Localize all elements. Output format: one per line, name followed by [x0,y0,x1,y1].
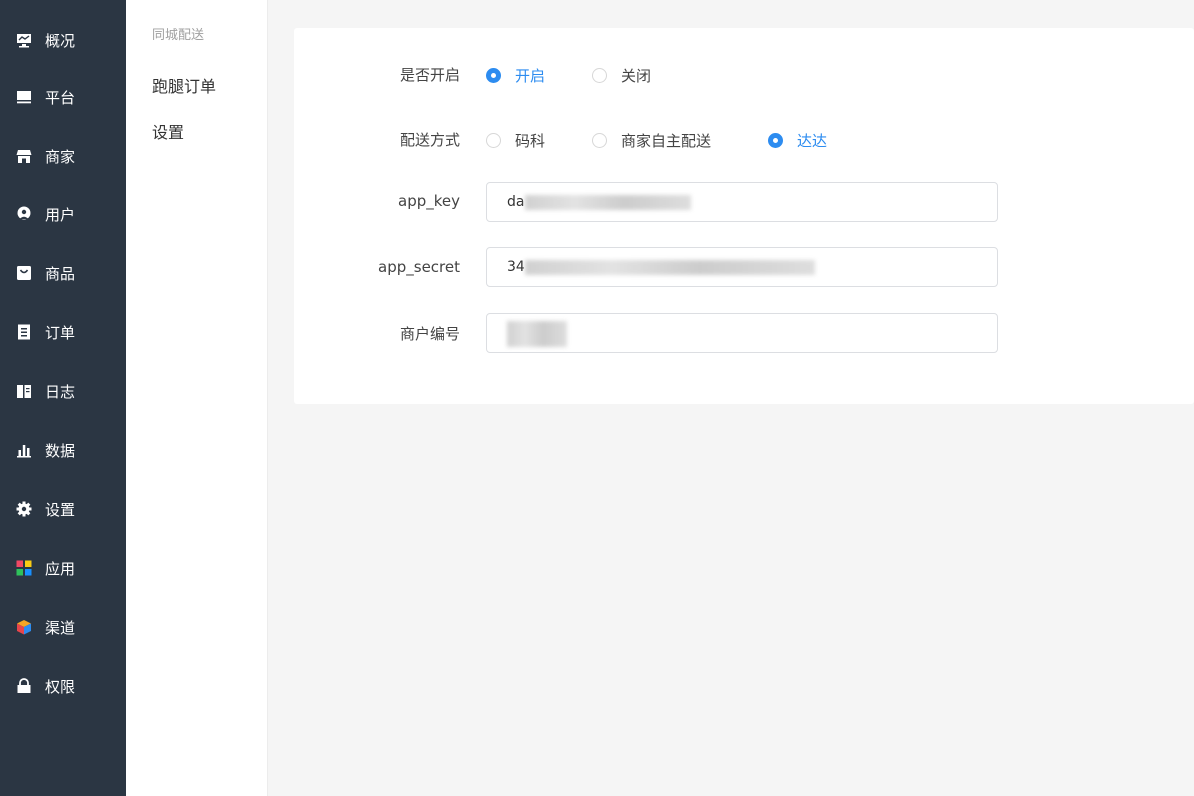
enable-off-radio[interactable]: 关闭 [592,65,651,86]
delivery-settings-card: 是否开启 开启 关闭 配送方式 码科 商家自主配送 达达 app_key da … [294,28,1194,404]
method-make-radio[interactable]: 码科 [486,130,545,151]
bar-chart-icon [16,442,32,458]
app-key-label: app_key [398,192,460,210]
radio-label: 码科 [515,132,546,150]
sidebar-item-platform[interactable]: 平台 [0,82,126,112]
subnav-item-errand-orders[interactable]: 跑腿订单 [152,73,216,97]
sidebar-item-label: 用户 [45,205,76,224]
app-key-value: da [507,194,525,210]
radio-circle [592,133,607,148]
app-key-input[interactable]: da [486,182,998,222]
shopping-bag-icon [16,265,32,281]
merchant-number-label: 商户编号 [399,325,460,343]
cube-icon [16,619,32,635]
lock-icon [16,678,32,694]
sidebar-item-apps[interactable]: 应用 [0,553,126,583]
delivery-method-label: 配送方式 [399,131,460,149]
screen-icon [16,89,32,105]
sidebar-item-label: 概况 [45,31,76,50]
radio-label: 达达 [797,132,828,150]
sidebar-item-orders[interactable]: 订单 [0,317,126,347]
redaction-blur [507,321,567,347]
sidebar-item-label: 订单 [45,323,76,342]
monitor-chart-icon [16,32,32,48]
sidebar-item-logs[interactable]: 日志 [0,376,126,406]
sidebar-item-data[interactable]: 数据 [0,435,126,465]
sidebar-item-channels[interactable]: 渠道 [0,612,126,642]
sidebar-item-label: 数据 [45,441,76,460]
method-self-delivery-radio[interactable]: 商家自主配送 [592,130,711,151]
order-list-icon [16,324,32,340]
user-icon [16,206,32,222]
radio-label: 开启 [515,67,546,85]
app-secret-label: app_secret [378,258,460,276]
sidebar-item-label: 权限 [45,677,76,696]
radio-label: 关闭 [621,67,652,85]
radio-circle [768,133,783,148]
book-icon [16,383,32,399]
sidebar-item-label: 商品 [45,264,76,283]
sidebar-item-settings[interactable]: 设置 [0,494,126,524]
sidebar-item-users[interactable]: 用户 [0,199,126,229]
subnav-section-title: 同城配送 [152,28,205,43]
apps-grid-icon [16,560,32,576]
enable-on-radio[interactable]: 开启 [486,65,545,86]
sidebar-item-label: 商家 [45,147,76,166]
redaction-blur [525,260,815,275]
sidebar-item-merchant[interactable]: 商家 [0,141,126,171]
radio-circle [486,133,501,148]
sidebar-item-label: 设置 [45,500,76,519]
sidebar-item-permissions[interactable]: 权限 [0,671,126,701]
sidebar-item-label: 日志 [45,382,76,401]
gear-icon [16,501,32,517]
method-dada-radio[interactable]: 达达 [768,130,827,151]
main-sidebar: 概况 平台 商家 用户 商品 订单 日志 数据 设置 应用 渠道 权限 [0,0,126,796]
merchant-number-input[interactable] [486,313,998,353]
redaction-blur [525,195,691,210]
app-secret-input[interactable]: 34 [486,247,998,287]
subnav-item-settings[interactable]: 设置 [152,119,184,143]
store-icon [16,148,32,164]
sidebar-item-overview[interactable]: 概况 [0,25,126,55]
sidebar-item-label: 渠道 [45,618,76,637]
sub-navigation: 同城配送 跑腿订单 设置 [126,0,268,796]
radio-circle [486,68,501,83]
enable-label: 是否开启 [399,66,460,84]
sidebar-item-products[interactable]: 商品 [0,258,126,288]
sidebar-item-label: 应用 [45,559,76,578]
radio-label: 商家自主配送 [621,132,712,150]
sidebar-item-label: 平台 [45,88,76,107]
radio-circle [592,68,607,83]
app-secret-value: 34 [507,259,525,275]
